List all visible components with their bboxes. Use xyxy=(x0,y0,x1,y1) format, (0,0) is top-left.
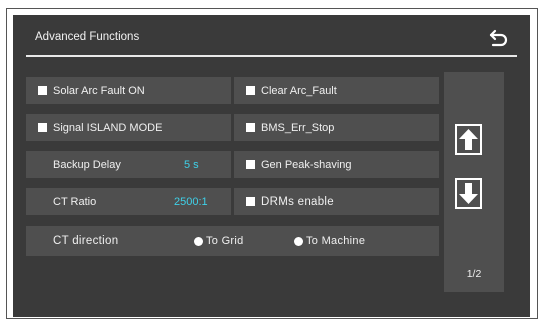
back-arrow-icon[interactable] xyxy=(486,25,512,49)
ct-ratio-value[interactable]: 2500:1 xyxy=(174,196,208,208)
checkbox-icon[interactable] xyxy=(246,123,255,132)
solar-arc-fault-option[interactable]: Solar Arc Fault ON xyxy=(26,77,231,104)
clear-arc-fault-label: Clear Arc_Fault xyxy=(261,84,337,97)
solar-arc-fault-label: Solar Arc Fault ON xyxy=(53,84,145,97)
backup-delay-label: Backup Delay xyxy=(53,158,121,171)
to-machine-radio[interactable]: To Machine xyxy=(294,235,365,247)
screen-panel: Advanced Functions Solar Arc Fault ON Cl… xyxy=(13,15,530,317)
to-grid-label: To Grid xyxy=(206,235,244,247)
bms-err-stop-label: BMS_Err_Stop xyxy=(261,121,335,134)
checkbox-icon[interactable] xyxy=(38,123,47,132)
arrow-down-icon[interactable] xyxy=(455,178,482,209)
gen-peak-shaving-option[interactable]: Gen Peak-shaving xyxy=(234,151,439,178)
page-navigation-panel: 1/2 xyxy=(444,72,504,292)
clear-arc-fault-option[interactable]: Clear Arc_Fault xyxy=(234,77,439,104)
checkbox-icon[interactable] xyxy=(246,160,255,169)
to-machine-label: To Machine xyxy=(306,235,366,247)
checkbox-icon[interactable] xyxy=(246,197,255,206)
page-indicator: 1/2 xyxy=(466,268,482,280)
drms-enable-option[interactable]: DRMs enable xyxy=(234,188,439,215)
bms-err-stop-option[interactable]: BMS_Err_Stop xyxy=(234,114,439,141)
signal-island-mode-label: Signal ISLAND MODE xyxy=(53,121,163,134)
drms-enable-label: DRMs enable xyxy=(261,195,334,208)
arrow-up-icon[interactable] xyxy=(455,124,482,155)
signal-island-mode-option[interactable]: Signal ISLAND MODE xyxy=(26,114,231,141)
ct-ratio-label: CT Ratio xyxy=(53,195,97,208)
backup-delay-value[interactable]: 5 s xyxy=(184,159,199,171)
ct-direction-label: CT direction xyxy=(53,235,119,247)
ct-ratio-setting[interactable]: CT Ratio 2500:1 xyxy=(26,188,231,215)
checkbox-icon[interactable] xyxy=(38,86,47,95)
to-grid-radio[interactable]: To Grid xyxy=(194,235,244,247)
radio-icon[interactable] xyxy=(294,236,303,246)
ct-direction-setting: CT direction To Grid To Machine xyxy=(26,226,439,256)
gen-peak-shaving-label: Gen Peak-shaving xyxy=(261,158,352,171)
backup-delay-setting[interactable]: Backup Delay 5 s xyxy=(26,151,231,178)
checkbox-icon[interactable] xyxy=(246,86,255,95)
page-title: Advanced Functions xyxy=(35,31,140,43)
radio-icon[interactable] xyxy=(194,236,203,246)
title-divider xyxy=(26,55,517,57)
